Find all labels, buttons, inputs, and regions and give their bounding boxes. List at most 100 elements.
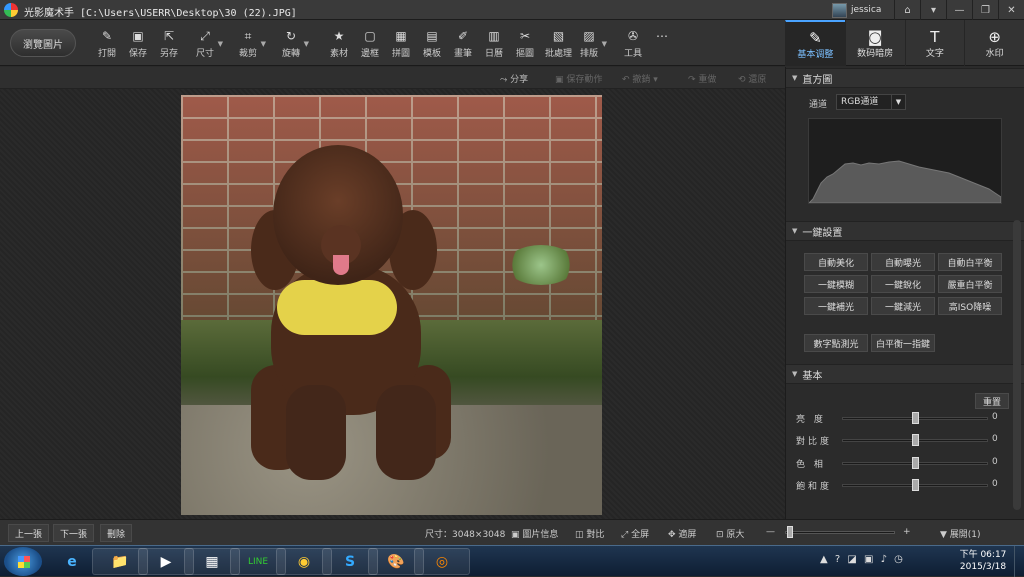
high-iso-denoise-button[interactable]: 高ISO降噪 [938, 297, 1002, 315]
auto-exposure-button[interactable]: 自動曝光 [871, 253, 935, 271]
tool-rotate[interactable]: ↻ 旋轉 ▼ [282, 28, 309, 62]
tool-crop[interactable]: ⌗ 裁剪 ▼ [239, 28, 266, 62]
one-click-section-header[interactable]: ▼ 一鍵設置 [786, 221, 1024, 241]
reset-button[interactable]: 重置 [975, 393, 1009, 409]
tab-digital-darkroom[interactable]: ◙ 数码暗房 [844, 20, 905, 66]
window-controls: ⌂ ▾ — ❐ ✕ [894, 0, 1024, 20]
brightness-label: 亮 度 [796, 415, 826, 425]
brightness-slider-knob[interactable] [912, 412, 919, 424]
fit-screen-button[interactable]: ✥ 適屏 [668, 527, 696, 540]
contrast-slider-knob[interactable] [912, 434, 919, 446]
close-button[interactable]: ✕ [998, 0, 1024, 20]
chevron-down-icon[interactable]: ▼ [891, 95, 905, 109]
tool-save-as[interactable]: ⇱ 另存 [160, 28, 178, 62]
image-info-button[interactable]: ▣ 圖片信息 [511, 527, 558, 540]
next-image-button[interactable]: 下一張 [53, 524, 95, 542]
windows-logo-icon [18, 556, 30, 568]
tool-resize[interactable]: ⤢ 尺寸 ▼ [196, 28, 223, 62]
one-click-sharpen-button[interactable]: 一鍵銳化 [871, 275, 935, 293]
tab-text[interactable]: T 文字 [904, 20, 965, 66]
zoom-in-button[interactable]: + [903, 527, 911, 537]
tool-border[interactable]: ▢ 邊框 [361, 28, 379, 62]
tool-tools[interactable]: ✇ 工具 [624, 28, 642, 62]
compare-button[interactable]: ◫ 對比 [575, 527, 604, 540]
tool-batch[interactable]: ▧ 批處理 [545, 28, 572, 62]
zoom-out-button[interactable]: — [766, 527, 775, 537]
hue-slider-knob[interactable] [912, 457, 919, 469]
tool-more[interactable]: ⋯ [656, 28, 668, 62]
one-click-fill-light-button[interactable]: 一鍵補光 [804, 297, 868, 315]
brightness-slider-row: 亮 度 0 [796, 411, 1011, 425]
auto-white-balance-button[interactable]: 自動白平衡 [938, 253, 1002, 271]
user-area[interactable]: jessica [832, 2, 885, 18]
save-action-icon: ▣ [555, 75, 567, 85]
right-panel-tabs: ✎ 基本调整 ◙ 数码暗房 T 文字 ⊕ 水印 [785, 20, 1024, 66]
redo-button[interactable]: ↷ 重做 [688, 72, 716, 85]
severe-white-balance-button[interactable]: 嚴重白平衡 [938, 275, 1002, 293]
menu-button[interactable]: ▾ [920, 0, 946, 20]
hue-slider-row: 色 相 0 [796, 456, 1011, 470]
image-canvas[interactable] [0, 89, 785, 519]
nikon-photo-icon[interactable]: ◎ [414, 548, 470, 575]
clock[interactable]: 下午 06:17 2015/3/18 [958, 549, 1008, 573]
tab-basic-adjust[interactable]: ✎ 基本调整 [785, 20, 845, 66]
tool-template[interactable]: ▤ 模板 [423, 28, 441, 62]
tool-calendar[interactable]: ▥ 日曆 [485, 28, 503, 62]
prev-image-button[interactable]: 上一張 [8, 524, 50, 542]
zoom-slider-knob[interactable] [787, 526, 793, 538]
tool-materials[interactable]: ★ 素材 [330, 28, 348, 62]
original-size-button[interactable]: ⊡ 原大 [716, 527, 744, 540]
maximize-button[interactable]: ❐ [972, 0, 998, 20]
minimize-button[interactable]: — [946, 0, 972, 20]
browse-images-button[interactable]: 瀏覽圖片 [10, 29, 76, 57]
saturation-value: 0 [992, 479, 998, 489]
tool-cutout[interactable]: ✂ 摳圖 [516, 28, 534, 62]
zoom-slider[interactable] [785, 531, 895, 534]
collapse-icon[interactable]: ▼ [792, 227, 797, 235]
digital-spot-metering-button[interactable]: 數字點測光 [804, 334, 868, 352]
collapse-icon[interactable]: ▼ [792, 370, 797, 378]
delete-button[interactable]: 刪除 [100, 524, 133, 542]
one-click-blur-button[interactable]: 一鍵模糊 [804, 275, 868, 293]
chevron-down-icon[interactable]: ▼ [261, 40, 266, 48]
avatar[interactable] [832, 2, 847, 18]
expand-filmstrip-button[interactable]: ▼ 展開(1) [940, 527, 981, 540]
start-button[interactable] [4, 547, 42, 576]
fit-icon: ✥ [668, 530, 679, 540]
chevron-down-icon[interactable]: ▼ [218, 40, 223, 48]
channel-select[interactable]: RGB通道 ▼ [836, 94, 906, 110]
histogram-section-header[interactable]: ▼ 直方圖 [786, 68, 1024, 88]
tool-open[interactable]: ✎ 打開 [98, 28, 116, 62]
collapse-icon[interactable]: ▼ [792, 74, 797, 82]
saturation-slider-knob[interactable] [912, 479, 919, 491]
fullscreen-button[interactable]: ⤢ 全屏 [621, 527, 649, 540]
show-desktop-button[interactable] [1014, 546, 1024, 577]
photo-poodle[interactable] [181, 95, 602, 515]
basic-section-header[interactable]: ▼ 基本 [786, 364, 1024, 384]
tool-layout[interactable]: ▨ 排版 ▼ [580, 28, 607, 62]
one-click-reduce-light-button[interactable]: 一鍵減光 [871, 297, 935, 315]
user-name[interactable]: jessica [851, 5, 881, 15]
system-tray[interactable]: ▲ ? ◪ ▣ ♪ ◷ [820, 554, 905, 565]
skin-button[interactable]: ⌂ [894, 0, 920, 20]
chevron-down-icon[interactable]: ▼ [304, 40, 309, 48]
cutout-icon: ✂ [519, 29, 531, 43]
chevron-down-icon[interactable]: ▾ [650, 75, 658, 85]
undo-button[interactable]: ↶ 撤銷 ▾ [622, 72, 658, 85]
title-bar: 光影魔术手 [C:\Users\USERR\Desktop\30 (22).JP… [0, 0, 1024, 20]
share-button[interactable]: ⤳ 分享 [500, 72, 528, 85]
panel-scrollbar[interactable] [1013, 220, 1021, 510]
auto-beautify-button[interactable]: 自動美化 [804, 253, 868, 271]
white-balance-one-touch-button[interactable]: 白平衡一指鍵 [871, 334, 935, 352]
restore-button[interactable]: ⟲ 還原 [738, 72, 766, 85]
save-action-button[interactable]: ▣ 保存動作 [555, 72, 602, 85]
tool-save[interactable]: ▣ 保存 [129, 28, 147, 62]
share-icon: ⤳ [500, 75, 511, 85]
tool-collage[interactable]: ▦ 拼圖 [392, 28, 410, 62]
tab-watermark[interactable]: ⊕ 水印 [964, 20, 1024, 66]
adjust-panel: ▼ 直方圖 通道 RGB通道 ▼ ▼ 一鍵設置 自動美化 自動曝光 自動白平衡 一鍵模… [785, 67, 1024, 519]
chevron-down-icon[interactable]: ▼ [602, 40, 607, 48]
tool-brush[interactable]: ✐ 畫筆 [454, 28, 472, 62]
original-size-icon: ⊡ [716, 530, 727, 540]
undo-icon: ↶ [622, 75, 633, 85]
